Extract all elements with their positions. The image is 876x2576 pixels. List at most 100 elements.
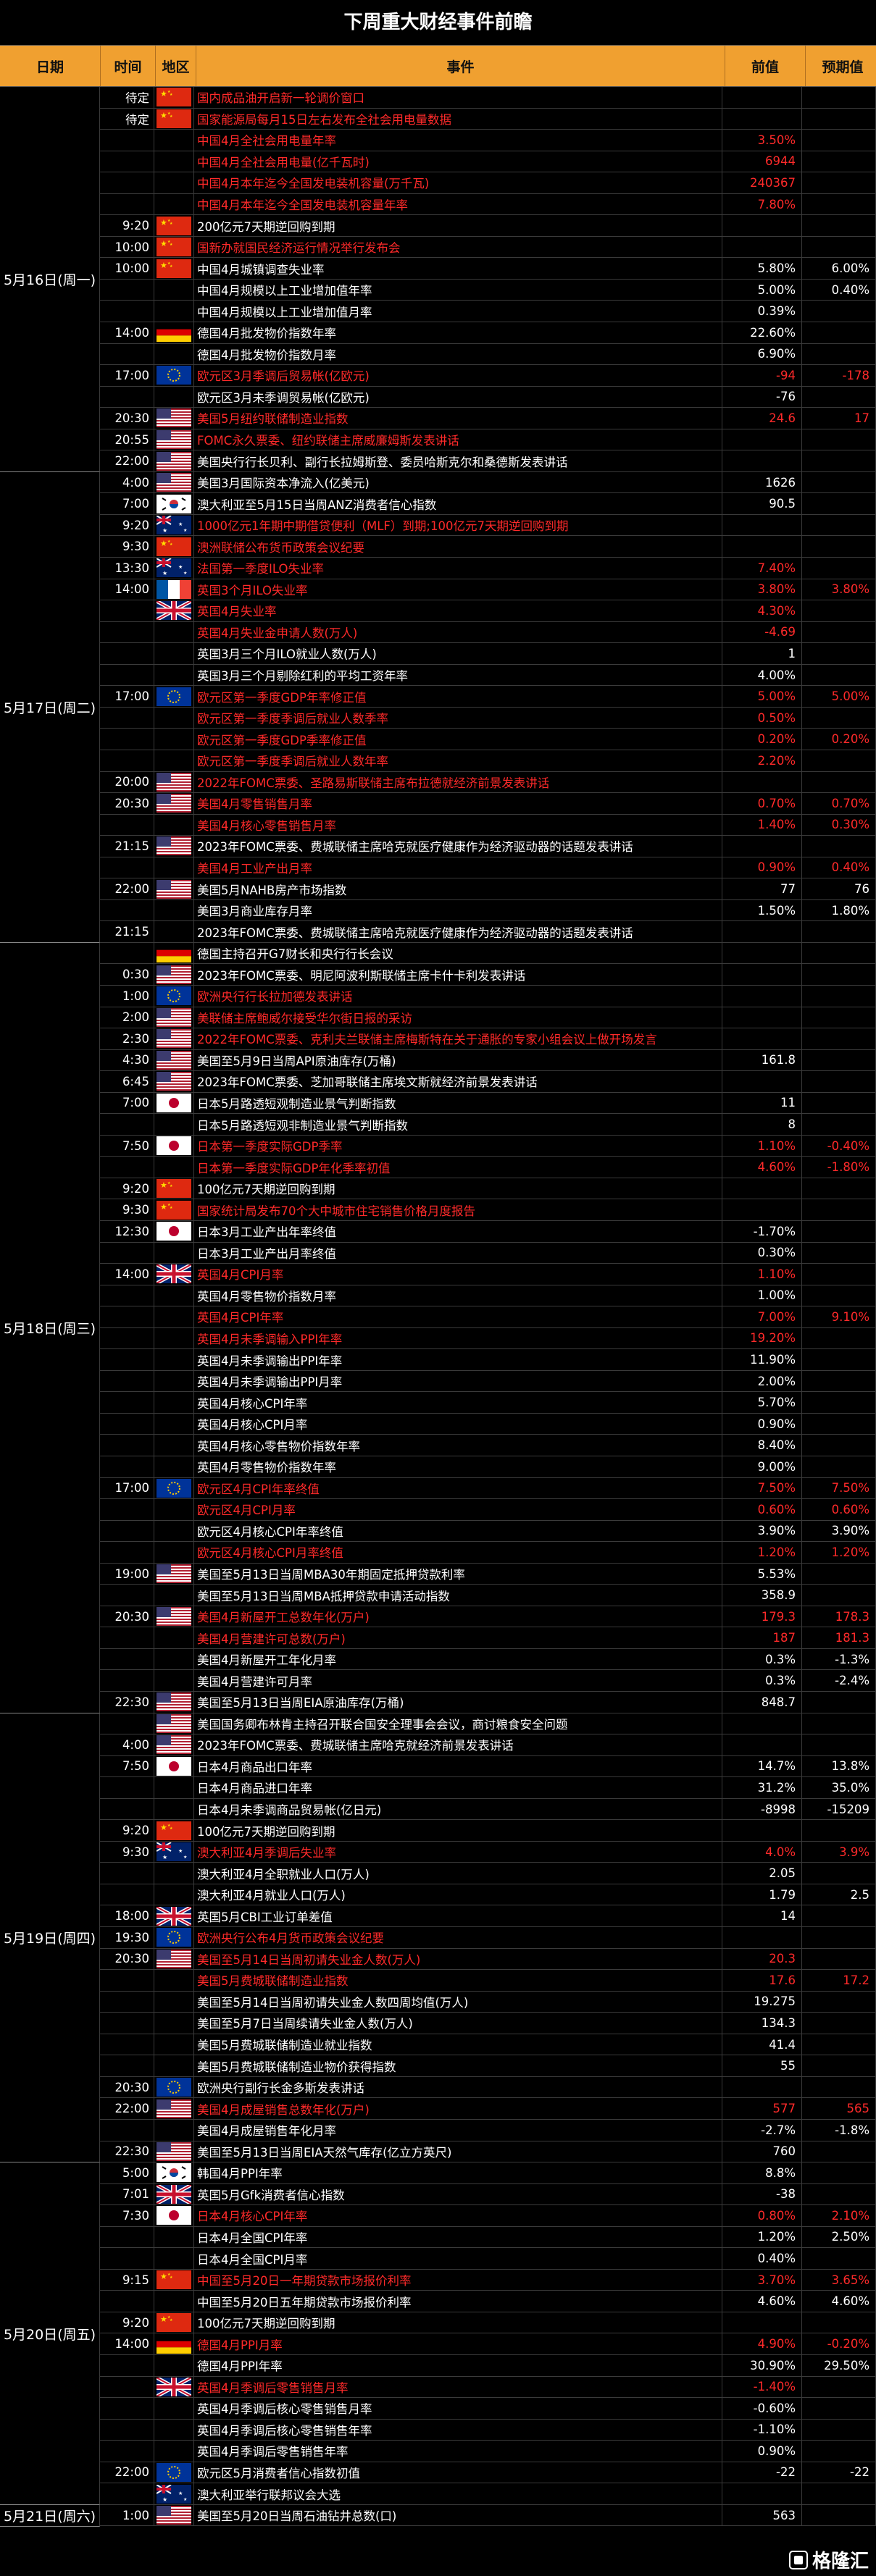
time-cell: 21:15	[100, 921, 154, 942]
table-row: 澳大利亚4月全职就业人口(万人) 2.05	[0, 1863, 876, 1884]
area-cell	[154, 1755, 194, 1777]
area-cell	[154, 1798, 194, 1820]
event-cell: 日本3月工业产出月率终值	[194, 1242, 722, 1264]
table-row: 欧元区第一季度GDP季率修正值 0.20% 0.20%	[0, 729, 876, 750]
time-cell: 10:00	[100, 258, 154, 279]
time-cell	[100, 1884, 154, 1905]
table-row: 14:00 德国4月PPI月率 4.90% -0.20%	[0, 2333, 876, 2355]
expected-value-cell	[802, 450, 876, 471]
time-cell: 7:01	[100, 2183, 154, 2205]
time-cell	[100, 2398, 154, 2419]
area-cell: ★ ★ ★	[154, 236, 194, 258]
table-row: 美国5月费城联储制造业就业指数 41.4	[0, 2034, 876, 2056]
expected-value-cell	[802, 429, 876, 450]
prev-value-cell: 7.40%	[722, 558, 802, 579]
time-cell: 22:00	[100, 450, 154, 471]
event-cell: 英国3月三个月剔除红利的平均工资年率	[194, 664, 722, 686]
table-row: 美国至5月13日当周MBA抵押贷款申请活动指数 358.9	[0, 1585, 876, 1606]
time-cell	[100, 1863, 154, 1884]
table-row: 9:30 ★ ★ ★ 澳洲联储公布货币政策会议纪要	[0, 536, 876, 558]
usa-flag-icon	[157, 965, 191, 984]
time-cell	[100, 857, 154, 878]
expected-value-cell: 76	[802, 878, 876, 899]
area-cell	[154, 471, 194, 493]
time-cell	[100, 2419, 154, 2441]
expected-value-cell	[802, 1820, 876, 1841]
area-cell	[154, 2419, 194, 2441]
prev-value-cell: 0.80%	[722, 2205, 802, 2226]
prev-value-cell: 7.80%	[722, 193, 802, 215]
time-cell: 1:00	[100, 985, 154, 1007]
time-cell	[100, 1670, 154, 1692]
time-cell	[100, 1435, 154, 1456]
time-cell	[100, 942, 154, 964]
table-row: 7:00 澳大利亚至5月15日当周ANZ消费者信心指数 90.5	[0, 493, 876, 515]
event-cell: 美国5月费城联储制造业指数	[194, 1970, 722, 1991]
table-row: 待定 ★ ★ ★ 国家能源局每月15日左右发布全社会用电量数据	[0, 108, 876, 130]
prev-value-cell: 14	[722, 1905, 802, 1927]
event-cell: 美国5月NAHB房产市场指数	[194, 878, 722, 899]
expected-value-cell	[802, 1114, 876, 1135]
prev-value-cell: -38	[722, 2183, 802, 2205]
area-cell: ★ ★ ★	[154, 1199, 194, 1220]
svg-text:★: ★	[170, 2275, 173, 2280]
area-cell	[154, 600, 194, 621]
event-cell: 欧元区第一季度季调后就业人数年率	[194, 750, 722, 771]
area-cell	[154, 793, 194, 814]
usa-flag-icon	[157, 1029, 191, 1049]
prev-value-cell: 760	[722, 2141, 802, 2162]
prev-value-cell: -4.69	[722, 621, 802, 643]
expected-value-cell: 9.10%	[802, 1306, 876, 1327]
table-row: 中国4月规模以上工业增加值年率 5.00% 0.40%	[0, 279, 876, 301]
prev-value-cell: 7.50%	[722, 1477, 802, 1499]
time-cell	[100, 2441, 154, 2462]
prev-value-cell: -0.60%	[722, 2398, 802, 2419]
table-row: 日本第一季度实际GDP年化季率初值 4.60% -1.80%	[0, 1157, 876, 1178]
time-cell: 20:55	[100, 429, 154, 450]
eu-flag-icon	[157, 2078, 191, 2097]
table-row: 欧元区第一季度季调后就业人数年率 2.20%	[0, 750, 876, 772]
svg-text:★: ★	[162, 527, 167, 534]
usa-flag-icon	[157, 451, 191, 471]
event-cell: 英国4月季调后核心零售销售月率	[194, 2398, 722, 2419]
day-label: 5月20日(周五)	[0, 2162, 100, 2506]
event-cell: 美国5月费城联储制造业就业指数	[194, 2034, 722, 2055]
time-cell	[100, 2226, 154, 2248]
event-cell: 美国至5月13日当周EIA天然气库存(亿立方英尺)	[194, 2141, 722, 2162]
svg-text:★: ★	[170, 1184, 173, 1188]
table-row: 待定 ★ ★ ★ 国内成品油开启新一轮调价窗口	[0, 87, 876, 109]
table-row: 21:15 2023年FOMC票委、费城联储主席哈克就医疗健康作为经济驱动器的话题…	[0, 836, 876, 857]
china-flag-icon: ★ ★★	[157, 1821, 191, 1840]
time-cell	[100, 130, 154, 151]
prev-value-cell: 14.7%	[722, 1755, 802, 1777]
event-cell: 欧元区3月未季调贸易帐(亿欧元)	[194, 386, 722, 408]
prev-value-cell: 2.20%	[722, 750, 802, 771]
time-cell: 18:00	[100, 1905, 154, 1927]
event-cell: 德国4月PPI年率	[194, 2354, 722, 2376]
table-row: 17:00 欧元区第一季度GDP年率修正值 5.00% 5.00%	[0, 686, 876, 708]
area-cell	[154, 2354, 194, 2376]
prev-value-cell	[722, 1927, 802, 1948]
time-cell: 4:00	[100, 1734, 154, 1755]
expected-value-cell	[802, 2419, 876, 2441]
prev-value-cell: 2.05	[722, 1863, 802, 1884]
prev-value-cell	[722, 1071, 802, 1092]
expected-value-cell	[802, 1948, 876, 1970]
eu-flag-icon	[157, 366, 191, 385]
table-row: 9:15 ★ ★ ★ 中国至5月20日一年期贷款市场报价利率 3.70% 3.65%	[0, 2269, 876, 2291]
event-cell: 澳大利亚4月就业人口(万人)	[194, 1884, 722, 1905]
prev-value-cell	[722, 1178, 802, 1199]
table-row: 美国4月核心零售销售月率 1.40% 0.30%	[0, 814, 876, 836]
event-cell: 中国4月城镇调查失业率	[194, 258, 722, 279]
time-cell: 2:00	[100, 1007, 154, 1028]
usa-flag-icon	[157, 1564, 191, 1583]
prev-value-cell: 90.5	[722, 493, 802, 514]
event-cell: 英国4月未季调输出PPI月率	[194, 1370, 722, 1392]
time-cell: 7:30	[100, 2205, 154, 2226]
prev-value-cell: 30.90%	[722, 2354, 802, 2376]
time-cell	[100, 1456, 154, 1477]
event-cell: 英国4月失业率	[194, 600, 722, 621]
time-cell: 待定	[100, 108, 154, 130]
day-label: 5月17日(周二)	[0, 471, 100, 943]
svg-text:★: ★	[170, 264, 173, 269]
